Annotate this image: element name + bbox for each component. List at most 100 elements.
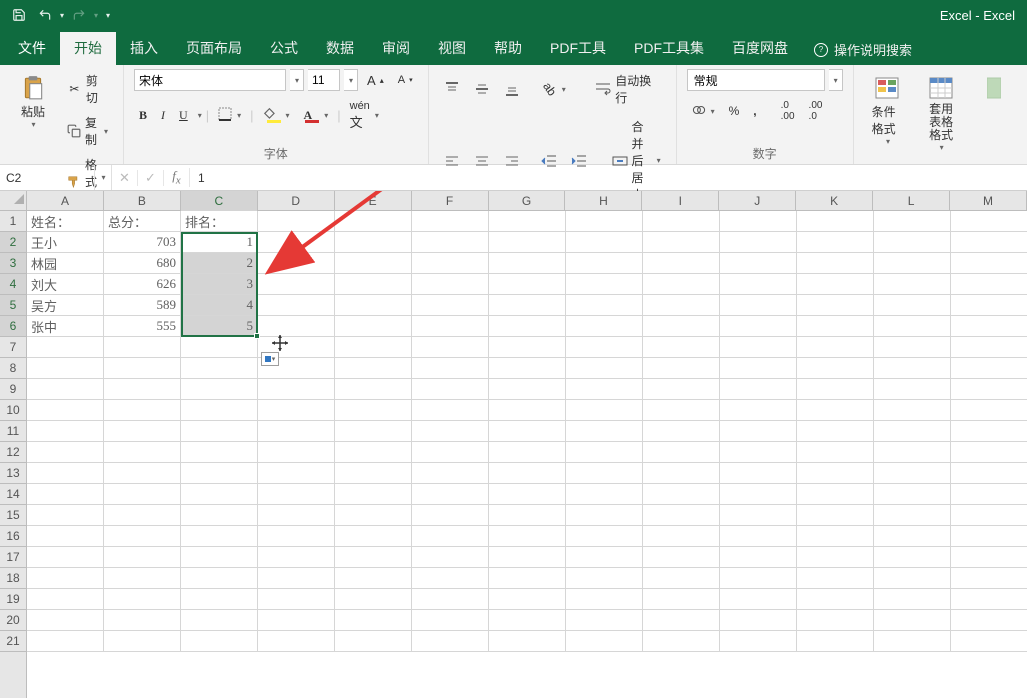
row-header-20[interactable]: 20 — [0, 610, 26, 631]
currency-button[interactable]: ▾ — [687, 100, 720, 123]
cell[interactable] — [104, 421, 181, 442]
cell[interactable] — [258, 631, 335, 652]
cell[interactable]: 2 — [181, 253, 258, 274]
cell[interactable] — [412, 316, 489, 337]
cell[interactable] — [797, 610, 874, 631]
cell[interactable] — [335, 253, 412, 274]
cell[interactable] — [566, 253, 643, 274]
cell[interactable] — [335, 316, 412, 337]
cell[interactable] — [797, 379, 874, 400]
cell[interactable] — [27, 547, 104, 568]
cell[interactable] — [643, 421, 720, 442]
cell[interactable] — [951, 526, 1027, 547]
cell[interactable] — [489, 484, 566, 505]
cell[interactable] — [258, 379, 335, 400]
cell[interactable]: 1 — [181, 232, 258, 253]
cell[interactable] — [566, 358, 643, 379]
cell[interactable] — [951, 274, 1027, 295]
cell[interactable] — [412, 400, 489, 421]
cell[interactable] — [951, 379, 1027, 400]
cell[interactable] — [412, 442, 489, 463]
cell[interactable] — [720, 547, 797, 568]
cell[interactable] — [797, 505, 874, 526]
cut-button[interactable]: ✂剪切 — [62, 69, 113, 109]
col-header-E[interactable]: E — [335, 191, 412, 211]
cell[interactable] — [181, 400, 258, 421]
cell[interactable]: 703 — [104, 232, 181, 253]
undo-dropdown[interactable]: ▾ — [58, 11, 66, 20]
cell[interactable] — [797, 295, 874, 316]
cell[interactable] — [335, 610, 412, 631]
cell[interactable] — [566, 568, 643, 589]
cell[interactable] — [874, 421, 951, 442]
cell[interactable] — [720, 253, 797, 274]
cell[interactable] — [104, 484, 181, 505]
cell[interactable] — [951, 547, 1027, 568]
cell[interactable] — [566, 547, 643, 568]
tab-pdf-toolset[interactable]: PDF工具集 — [620, 32, 718, 65]
cell[interactable] — [797, 484, 874, 505]
name-box-dropdown[interactable]: ▾ — [95, 165, 112, 190]
row-header-6[interactable]: 6 — [0, 316, 26, 337]
cell[interactable]: 吴方 — [27, 295, 104, 316]
cell[interactable] — [643, 400, 720, 421]
cell[interactable] — [797, 211, 874, 232]
tab-pdf-tools[interactable]: PDF工具 — [536, 32, 620, 65]
cell[interactable] — [489, 526, 566, 547]
cell[interactable] — [874, 631, 951, 652]
align-top-button[interactable] — [439, 78, 465, 100]
col-header-J[interactable]: J — [719, 191, 796, 211]
cell[interactable] — [566, 631, 643, 652]
cell[interactable] — [566, 316, 643, 337]
cell[interactable] — [412, 211, 489, 232]
cell[interactable] — [258, 589, 335, 610]
cell[interactable] — [874, 211, 951, 232]
cell[interactable] — [181, 484, 258, 505]
cell[interactable]: 张中 — [27, 316, 104, 337]
cell[interactable] — [874, 400, 951, 421]
cell[interactable] — [951, 568, 1027, 589]
cell[interactable] — [258, 211, 335, 232]
tab-help[interactable]: 帮助 — [480, 32, 536, 65]
cell[interactable] — [643, 631, 720, 652]
cell[interactable] — [258, 610, 335, 631]
cell[interactable] — [566, 232, 643, 253]
cell[interactable] — [874, 589, 951, 610]
align-middle-button[interactable] — [469, 78, 495, 100]
cell[interactable] — [720, 211, 797, 232]
cell[interactable] — [951, 358, 1027, 379]
cell[interactable] — [874, 232, 951, 253]
row-header-18[interactable]: 18 — [0, 568, 26, 589]
cell[interactable] — [27, 589, 104, 610]
cell[interactable] — [951, 316, 1027, 337]
cell[interactable] — [181, 589, 258, 610]
cell[interactable]: 589 — [104, 295, 181, 316]
cell[interactable] — [566, 526, 643, 547]
tab-review[interactable]: 审阅 — [368, 32, 424, 65]
cell[interactable]: 3 — [181, 274, 258, 295]
row-header-16[interactable]: 16 — [0, 526, 26, 547]
row-header-7[interactable]: 7 — [0, 337, 26, 358]
cell[interactable] — [258, 253, 335, 274]
undo-button[interactable] — [32, 3, 58, 27]
cell[interactable] — [335, 379, 412, 400]
row-header-15[interactable]: 15 — [0, 505, 26, 526]
cell[interactable] — [643, 232, 720, 253]
cell[interactable] — [566, 463, 643, 484]
cell[interactable] — [412, 295, 489, 316]
border-button[interactable]: ▾ — [213, 104, 246, 127]
cell[interactable] — [489, 442, 566, 463]
row-header-19[interactable]: 19 — [0, 589, 26, 610]
cell[interactable] — [720, 358, 797, 379]
number-format-select[interactable]: 常规 — [687, 69, 825, 91]
col-header-B[interactable]: B — [104, 191, 181, 211]
cell[interactable] — [489, 589, 566, 610]
cell[interactable] — [566, 442, 643, 463]
tab-insert[interactable]: 插入 — [116, 32, 172, 65]
cell[interactable] — [720, 631, 797, 652]
cell[interactable] — [27, 526, 104, 547]
cell[interactable] — [27, 463, 104, 484]
fill-color-button[interactable]: ▾ — [258, 104, 295, 127]
percent-button[interactable]: % — [724, 101, 745, 121]
cell[interactable] — [874, 253, 951, 274]
